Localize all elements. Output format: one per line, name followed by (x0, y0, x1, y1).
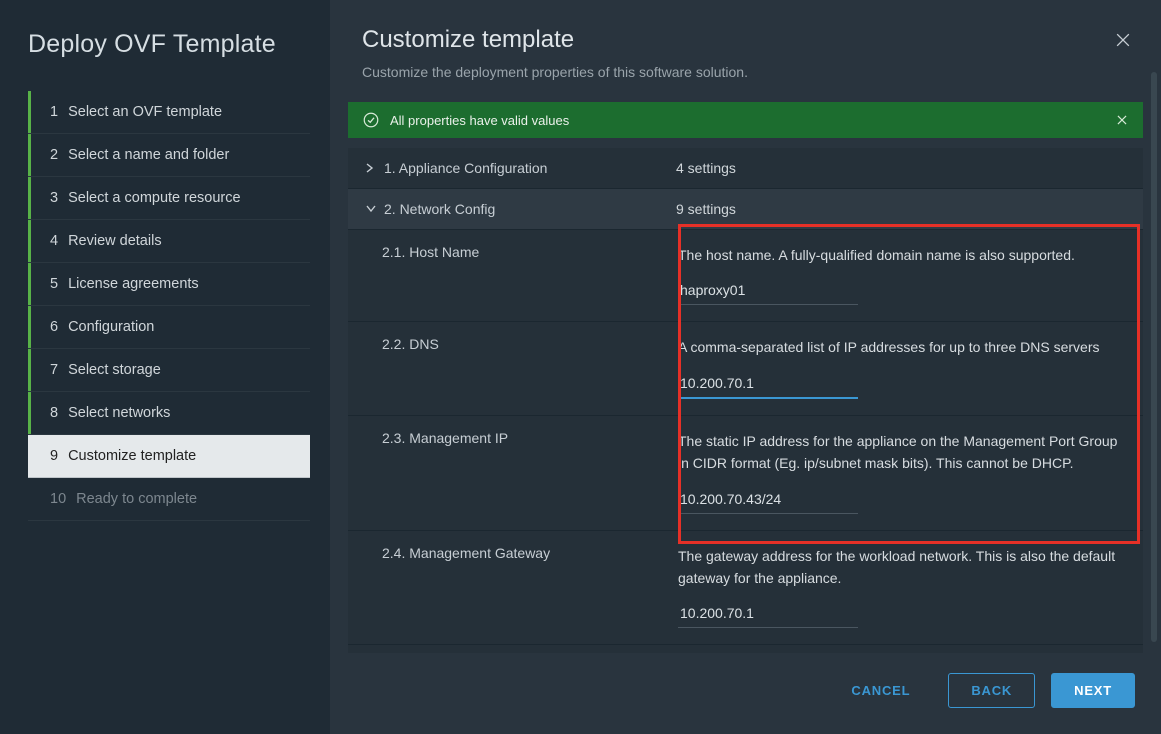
property-description: The host name. A fully-qualified domain … (678, 244, 1125, 266)
wizard-step-5[interactable]: 5 License agreements (28, 263, 310, 306)
validation-banner: All properties have valid values (348, 102, 1143, 138)
cancel-button[interactable]: CANCEL (829, 674, 932, 707)
category-appliance-config[interactable]: 1. Appliance Configuration 4 settings (348, 148, 1143, 189)
property-value-area: The host name. A fully-qualified domain … (678, 244, 1125, 305)
next-button[interactable]: NEXT (1051, 673, 1135, 708)
ovf-wizard-modal: Deploy OVF Template 1 Select an OVF templ… (0, 0, 1161, 734)
property-row-hostname: 2.1. Host NameThe host name. A fully-qua… (348, 230, 1143, 322)
category-network-config[interactable]: 2. Network Config 9 settings (348, 189, 1143, 230)
step-label: Configuration (68, 319, 154, 335)
step-number: 3 (50, 190, 58, 206)
property-scroll-area[interactable]: 1. Appliance Configuration 4 settings 2.… (348, 148, 1143, 653)
step-label: Review details (68, 233, 162, 249)
step-label: Select storage (68, 362, 161, 378)
property-value-area: A comma-separated list of IP addresses f… (678, 336, 1125, 398)
property-row-mgmtgw: 2.4. Management GatewayThe gateway addre… (348, 531, 1143, 646)
category-label: 1. Appliance Configuration (384, 160, 547, 176)
wizard-footer: CANCEL BACK NEXT (330, 653, 1161, 734)
step-label: Select a compute resource (68, 190, 240, 206)
check-circle-icon (362, 111, 380, 129)
dns-input[interactable] (678, 371, 858, 399)
category-settings-count: 9 settings (676, 201, 1125, 217)
category-label: 2. Network Config (384, 201, 495, 217)
step-label: Select an OVF template (68, 104, 222, 120)
scrollbar[interactable] (1151, 72, 1157, 642)
wizard-steps: 1 Select an OVF template 2 Select a name an… (28, 91, 310, 521)
property-label: 2.1. Host Name (382, 244, 678, 305)
step-number: 9 (50, 448, 58, 464)
wizard-step-6[interactable]: 6 Configuration (28, 306, 310, 349)
hostname-input[interactable] (678, 278, 858, 305)
wizard-step-10: 10 Ready to complete (28, 478, 310, 521)
mgmtgw-input[interactable] (678, 601, 858, 628)
step-number: 7 (50, 362, 58, 378)
step-number: 5 (50, 276, 58, 292)
property-value-area: The gateway address for the workload net… (678, 545, 1125, 629)
validation-text: All properties have valid values (390, 113, 569, 128)
step-label: License agreements (68, 276, 199, 292)
wizard-step-4[interactable]: 4 Review details (28, 220, 310, 263)
property-description: A comma-separated list of IP addresses f… (678, 336, 1125, 358)
step-label: Select networks (68, 405, 170, 421)
property-row-workloadip: 2.5. Workload IPThe static IP address fo… (348, 645, 1143, 653)
chevron-right-icon (366, 163, 376, 173)
property-label: 2.3. Management IP (382, 430, 678, 514)
property-description: The static IP address for the appliance … (678, 430, 1125, 475)
page-subtitle: Customize the deployment properties of t… (362, 64, 1129, 80)
category-settings-count: 4 settings (676, 160, 1125, 176)
wizard-step-9[interactable]: 9 Customize template (28, 435, 310, 478)
property-label: 2.4. Management Gateway (382, 545, 678, 629)
step-number: 2 (50, 147, 58, 163)
property-value-area: The static IP address for the appliance … (678, 430, 1125, 514)
wizard-title: Deploy OVF Template (28, 30, 310, 59)
step-label: Select a name and folder (68, 147, 229, 163)
step-label: Ready to complete (76, 491, 197, 507)
step-number: 4 (50, 233, 58, 249)
close-icon[interactable] (1113, 30, 1137, 54)
banner-close-icon[interactable] (1115, 113, 1129, 127)
property-description: The gateway address for the workload net… (678, 545, 1125, 590)
step-number: 1 (50, 104, 58, 120)
mgmtip-input[interactable] (678, 487, 858, 514)
wizard-step-2[interactable]: 2 Select a name and folder (28, 134, 310, 177)
step-label: Customize template (68, 448, 196, 464)
page-title: Customize template (362, 26, 1129, 54)
property-row-dns: 2.2. DNSA comma-separated list of IP add… (348, 322, 1143, 415)
property-row-mgmtip: 2.3. Management IPThe static IP address … (348, 416, 1143, 531)
property-label: 2.2. DNS (382, 336, 678, 398)
step-number: 6 (50, 319, 58, 335)
wizard-content: Customize template Customize the deploym… (330, 0, 1161, 734)
wizard-sidebar: Deploy OVF Template 1 Select an OVF templ… (0, 0, 330, 734)
step-number: 8 (50, 405, 58, 421)
back-button[interactable]: BACK (948, 673, 1035, 708)
wizard-step-7[interactable]: 7 Select storage (28, 349, 310, 392)
wizard-step-8[interactable]: 8 Select networks (28, 392, 310, 435)
wizard-step-1[interactable]: 1 Select an OVF template (28, 91, 310, 134)
step-number: 10 (50, 491, 66, 507)
content-header: Customize template Customize the deploym… (330, 0, 1161, 86)
wizard-step-3[interactable]: 3 Select a compute resource (28, 177, 310, 220)
chevron-down-icon (366, 205, 376, 213)
